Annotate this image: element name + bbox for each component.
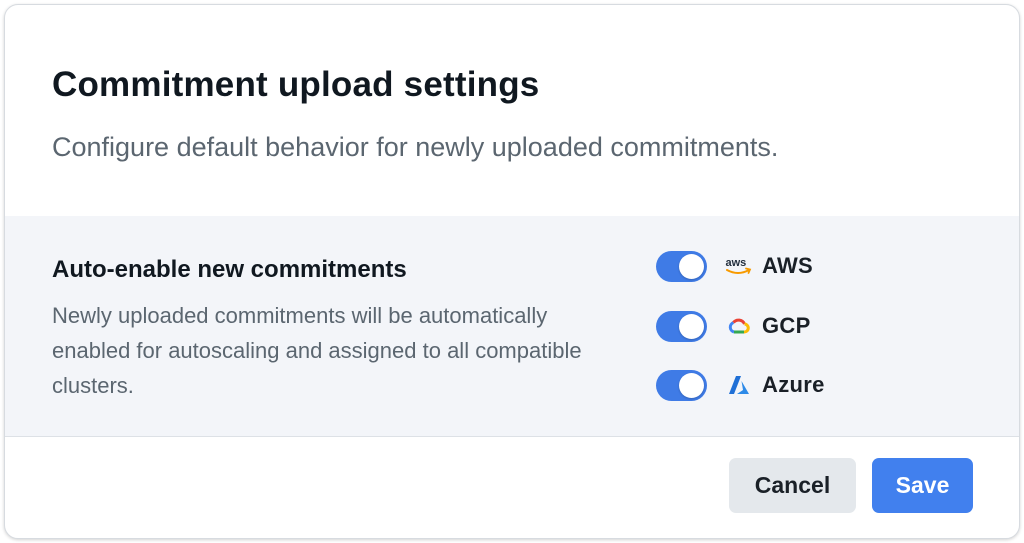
provider-row-azure: Azure <box>656 368 825 402</box>
svg-text:aws: aws <box>726 257 747 269</box>
cancel-button[interactable]: Cancel <box>729 458 856 513</box>
gcp-logo-icon <box>725 313 753 339</box>
toggle-knob <box>679 253 704 279</box>
aws-logo-icon: aws <box>725 253 753 279</box>
gcp-toggle[interactable] <box>656 310 707 342</box>
auto-enable-settings-panel: Auto-enable new commitments Newly upload… <box>5 216 1019 437</box>
dialog-title: Commitment upload settings <box>52 65 540 104</box>
setting-title: Auto-enable new commitments <box>52 256 407 283</box>
setting-description: Newly uploaded commitments will be autom… <box>52 303 582 398</box>
aws-toggle[interactable] <box>656 250 707 282</box>
toggle-knob <box>679 313 704 339</box>
azure-toggle[interactable] <box>656 369 707 401</box>
dialog-subtitle: Configure default behavior for newly upl… <box>52 132 779 162</box>
provider-row-aws: aws AWS <box>656 249 813 283</box>
provider-label-aws: AWS <box>762 253 814 278</box>
provider-row-gcp: GCP <box>656 309 811 343</box>
save-button[interactable]: Save <box>872 458 973 513</box>
azure-logo-icon <box>725 372 753 398</box>
commitment-settings-dialog: Commitment upload settings Configure def… <box>4 4 1020 539</box>
provider-label-gcp: GCP <box>762 313 811 338</box>
toggle-knob <box>679 372 704 398</box>
provider-label-azure: Azure <box>762 372 825 397</box>
